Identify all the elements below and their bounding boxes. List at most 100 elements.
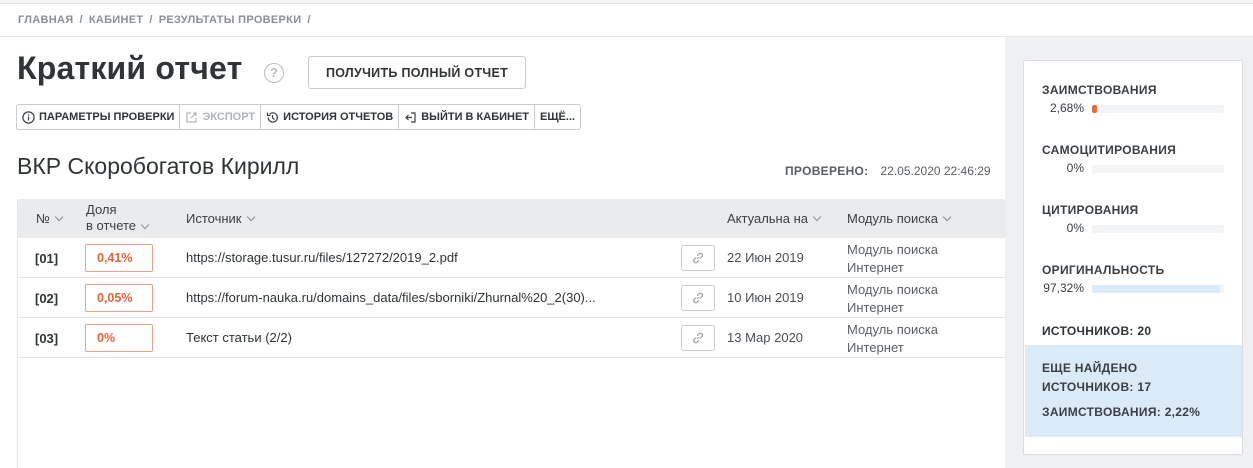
row-number: [02] xyxy=(35,291,59,306)
more-button[interactable]: ЕЩЁ... xyxy=(535,105,580,129)
top-strip xyxy=(0,0,1253,4)
search-module: Модуль поиска Интернет xyxy=(847,241,938,277)
chevron-down-icon xyxy=(812,212,822,222)
check-params-label: ПАРАМЕТРЫ ПРОВЕРКИ xyxy=(39,111,175,123)
history-icon xyxy=(267,111,279,123)
original-bar xyxy=(1092,285,1224,293)
more-found-title: ЕЩЕ НАЙДЕНО xyxy=(1042,361,1138,375)
breadcrumb-separator: / xyxy=(149,14,153,26)
row-number: [01] xyxy=(35,251,59,266)
header-source-label: Источник xyxy=(186,211,242,226)
breadcrumb-home[interactable]: ГЛАВНАЯ xyxy=(18,14,73,26)
breadcrumb: ГЛАВНАЯ / КАБИНЕТ / РЕЗУЛЬТАТЫ ПРОВЕРКИ … xyxy=(18,14,311,26)
header-share-line1: Доля xyxy=(86,202,117,217)
stat-original-value: 97,32% xyxy=(1043,281,1084,295)
header-num-label: № xyxy=(36,211,50,226)
stat-selfcite-value: 0% xyxy=(1066,161,1084,175)
info-icon xyxy=(22,110,35,124)
more-sources-label: ИСТОЧНИКОВ: xyxy=(1042,380,1134,394)
search-module: Модуль поиска Интернет xyxy=(847,281,938,317)
header-actual[interactable]: Актуальна на xyxy=(727,211,822,226)
actual-date: 22 Июн 2019 xyxy=(727,250,804,265)
actual-date: 10 Июн 2019 xyxy=(727,290,804,305)
breadcrumb-separator: / xyxy=(79,14,83,26)
more-sources-value: 17 xyxy=(1137,380,1152,394)
sources-count-label: ИСТОЧНИКОВ: xyxy=(1042,324,1134,338)
sources-table: № Доля в отчете Источник Актуальна на Мо… xyxy=(17,199,1006,468)
original-bar-fill xyxy=(1092,285,1221,293)
actual-date: 13 Мар 2020 xyxy=(727,330,804,345)
chevron-down-icon xyxy=(54,212,64,222)
check-params-button[interactable]: ПАРАМЕТРЫ ПРОВЕРКИ xyxy=(17,105,181,129)
search-module-line1: Модуль поиска xyxy=(847,322,938,337)
help-icon[interactable]: ? xyxy=(264,63,284,83)
chevron-down-icon xyxy=(140,220,150,230)
report-history-label: ИСТОРИЯ ОТЧЕТОВ xyxy=(283,111,394,123)
open-link-button[interactable] xyxy=(681,285,715,311)
search-module: Модуль поиска Интернет xyxy=(847,321,938,357)
link-icon xyxy=(693,332,703,344)
summary-card: ЗАИМСТВОВАНИЯ 2,68% САМОЦИТИРОВАНИЯ 0% Ц… xyxy=(1023,60,1243,455)
sources-count-value: 20 xyxy=(1137,324,1152,338)
stat-cite-label: ЦИТИРОВАНИЯ xyxy=(1042,203,1139,217)
export-button[interactable]: ЭКСПОРТ xyxy=(180,105,262,129)
share-badge[interactable]: 0% xyxy=(85,324,153,352)
exit-icon xyxy=(405,111,416,123)
search-module-line1: Модуль поиска xyxy=(847,242,938,257)
table-row[interactable]: [03] 0% Текст статьи (2/2) 13 Мар 2020 М… xyxy=(18,318,1006,358)
link-icon xyxy=(693,292,703,304)
open-link-button[interactable] xyxy=(681,245,715,271)
stat-original: ОРИГИНАЛЬНОСТЬ 97,32% xyxy=(1042,263,1224,295)
more-found-borrowing: ЗАИМСТВОВАНИЯ: 2,22% xyxy=(1042,403,1225,422)
breadcrumb-cabinet[interactable]: КАБИНЕТ xyxy=(89,14,144,26)
stat-cite: ЦИТИРОВАНИЯ 0% xyxy=(1042,203,1224,235)
chevron-down-icon xyxy=(942,212,952,222)
borrowing-bar xyxy=(1092,105,1224,113)
stat-borrowing-label: ЗАИМСТВОВАНИЯ xyxy=(1042,83,1157,97)
more-label: ЕЩЁ... xyxy=(540,111,576,123)
header-source[interactable]: Источник xyxy=(186,211,255,226)
sources-count: ИСТОЧНИКОВ: 20 xyxy=(1042,324,1151,338)
header-actual-label: Актуальна на xyxy=(727,211,808,226)
more-borrowing-label: ЗАИМСТВОВАНИЯ: xyxy=(1042,405,1162,419)
more-found-sources: ИСТОЧНИКОВ: 17 xyxy=(1042,378,1225,397)
search-module-line2: Интернет xyxy=(847,300,904,315)
source-link[interactable]: https://storage.tusur.ru/files/127272/20… xyxy=(186,250,458,265)
report-toolbar: ПАРАМЕТРЫ ПРОВЕРКИ ЭКСПОРТ ИСТОРИЯ ОТЧЕТ… xyxy=(16,104,582,130)
source-link[interactable]: https://forum-nauka.ru/domains_data/file… xyxy=(186,290,596,305)
report-history-button[interactable]: ИСТОРИЯ ОТЧЕТОВ xyxy=(261,105,400,129)
export-label: ЭКСПОРТ xyxy=(202,111,256,123)
exit-to-cabinet-label: ВЫЙТИ В КАБИНЕТ xyxy=(421,111,530,123)
checked-label: ПРОВЕРЕНО: xyxy=(785,164,869,178)
page-title: Краткий отчет xyxy=(17,50,243,86)
get-full-report-button[interactable]: ПОЛУЧИТЬ ПОЛНЫЙ ОТЧЕТ xyxy=(308,56,526,89)
search-module-line1: Модуль поиска xyxy=(847,282,938,297)
header-module[interactable]: Модуль поиска xyxy=(847,211,952,226)
selfcite-bar xyxy=(1092,165,1224,173)
header-num[interactable]: № xyxy=(36,211,64,226)
breadcrumb-separator: / xyxy=(307,14,311,26)
search-module-line2: Интернет xyxy=(847,340,904,355)
stat-selfcite-label: САМОЦИТИРОВАНИЯ xyxy=(1042,143,1177,157)
cite-bar xyxy=(1092,225,1224,233)
row-number: [03] xyxy=(35,331,59,346)
header-share[interactable]: Доля в отчете xyxy=(86,202,150,234)
breadcrumb-results[interactable]: РЕЗУЛЬТАТЫ ПРОВЕРКИ xyxy=(159,14,302,26)
open-link-button[interactable] xyxy=(681,325,715,351)
stat-selfcite: САМОЦИТИРОВАНИЯ 0% xyxy=(1042,143,1224,175)
borrowing-bar-fill xyxy=(1092,105,1098,113)
stat-original-label: ОРИГИНАЛЬНОСТЬ xyxy=(1042,263,1165,277)
document-name: ВКР Скоробогатов Кирилл xyxy=(17,153,300,179)
share-badge[interactable]: 0,41% xyxy=(85,244,153,272)
stat-cite-value: 0% xyxy=(1066,221,1084,235)
source-link[interactable]: Текст статьи (2/2) xyxy=(186,330,292,345)
exit-to-cabinet-button[interactable]: ВЫЙТИ В КАБИНЕТ xyxy=(399,105,536,129)
more-found-panel[interactable]: ЕЩЕ НАЙДЕНО ИСТОЧНИКОВ: 17 ЗАИМСТВОВАНИЯ… xyxy=(1025,345,1242,437)
share-badge[interactable]: 0,05% xyxy=(85,284,153,312)
header-module-label: Модуль поиска xyxy=(847,211,938,226)
table-row[interactable]: [01] 0,41% https://storage.tusur.ru/file… xyxy=(18,238,1006,278)
header-share-line2: в отчете xyxy=(86,218,137,233)
table-row[interactable]: [02] 0,05% https://forum-nauka.ru/domain… xyxy=(18,278,1006,318)
checked-date: ПРОВЕРЕНО: 22.05.2020 22:46:29 xyxy=(785,164,991,178)
chevron-down-icon xyxy=(246,212,255,222)
